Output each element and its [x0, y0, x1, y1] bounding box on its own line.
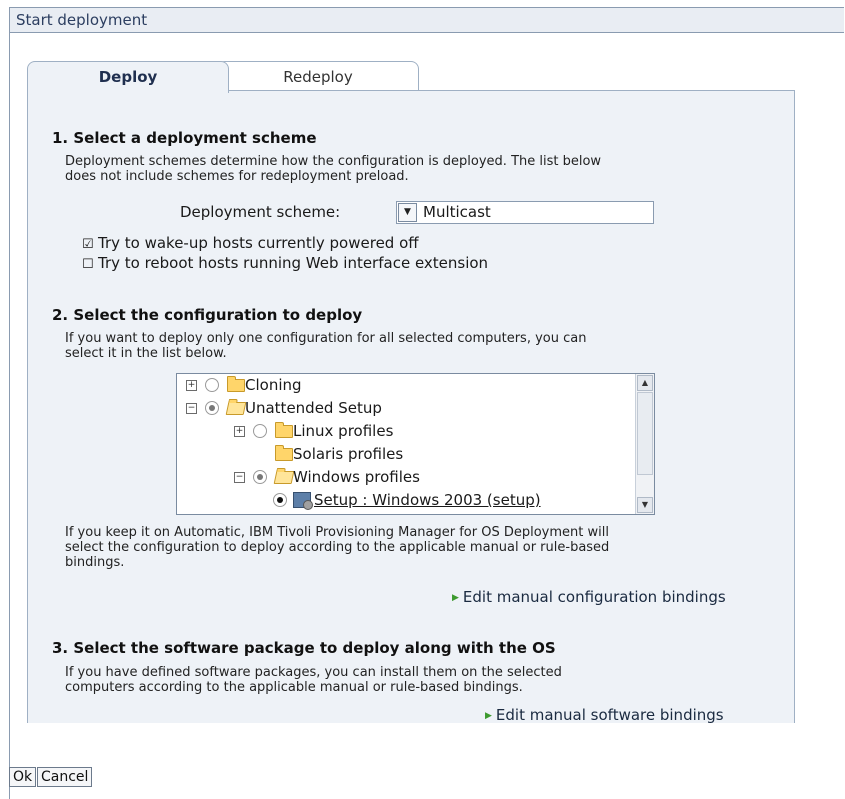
cancel-button[interactable]: Cancel [37, 767, 93, 787]
tree-item-label: Setup : Windows 2003 (setup) [314, 491, 541, 509]
arrow-right-icon: ▶ [485, 711, 492, 721]
edit-configuration-bindings-link[interactable]: ▶ Edit manual configuration bindings [452, 588, 726, 606]
setup-icon [293, 492, 313, 510]
tree-item-label: Cloning [245, 376, 302, 394]
tab-bar: Deploy Redeploy [27, 61, 427, 93]
chevron-down-icon[interactable]: ▼ [398, 203, 417, 222]
tree-item-linux-profiles[interactable]: + Linux profiles [177, 420, 632, 442]
scroll-up-icon[interactable]: ▲ [637, 375, 653, 391]
folder-open-icon [273, 471, 295, 484]
section-2-note-line-2: select the configuration to deploy accor… [65, 540, 610, 555]
section-1-desc-line-1: Deployment schemes determine how the con… [65, 154, 602, 169]
edit-configuration-bindings-label: Edit manual configuration bindings [462, 588, 726, 606]
scroll-thumb[interactable] [637, 392, 653, 475]
section-3-title: 3. Select the software package to deploy… [52, 639, 556, 657]
radio-icon[interactable] [205, 378, 219, 392]
radio-partial-icon[interactable] [253, 470, 267, 484]
deployment-scheme-select[interactable]: ▼ Multicast [396, 201, 654, 224]
tree-item-label: Solaris profiles [293, 445, 404, 463]
tree-scrollbar[interactable]: ▲ ▼ [635, 374, 654, 514]
wake-up-option[interactable]: ☑ Try to wake-up hosts currently powered … [82, 234, 419, 252]
reboot-option-label: Try to reboot hosts running Web interfac… [98, 254, 489, 272]
reboot-option[interactable]: ☐ Try to reboot hosts running Web interfa… [82, 254, 488, 272]
radio-partial-icon[interactable] [205, 401, 219, 415]
collapse-icon[interactable]: − [186, 403, 197, 414]
section-2-desc-line-2: select it in the list below. [65, 346, 227, 361]
edit-software-bindings-link[interactable]: ▶ Edit manual software bindings [485, 706, 724, 724]
tree-item-solaris-profiles[interactable]: Solaris profiles [177, 443, 632, 465]
section-2-desc-line-1: If you want to deploy only one configura… [65, 331, 587, 346]
radio-icon[interactable] [253, 424, 267, 438]
checkbox-checked-icon[interactable]: ☑ [82, 237, 98, 252]
section-1-desc-line-2: does not include schemes for redeploymen… [65, 169, 409, 184]
folder-icon [227, 376, 245, 392]
edit-software-bindings-label: Edit manual software bindings [495, 706, 724, 724]
section-2-title: 2. Select the configuration to deploy [52, 306, 363, 324]
folder-icon [275, 445, 293, 461]
tree-item-label: Unattended Setup [245, 399, 382, 417]
deploy-panel: 1. Select a deployment scheme Deployment… [27, 90, 795, 724]
folder-icon [275, 422, 293, 438]
tree-item-windows-profiles[interactable]: − Windows profiles [177, 466, 632, 488]
deployment-scheme-label: Deployment scheme: [180, 203, 341, 221]
tab-deploy[interactable]: Deploy [27, 61, 229, 93]
section-3-desc-line-2: computers according to the applicable ma… [65, 680, 523, 695]
tree-item-cloning[interactable]: + Cloning [177, 374, 632, 396]
wake-up-option-label: Try to wake-up hosts currently powered o… [98, 234, 419, 252]
scroll-down-icon[interactable]: ▼ [637, 497, 653, 513]
tree-item-unattended-setup[interactable]: − Unattended Setup [177, 397, 632, 419]
arrow-right-icon: ▶ [452, 593, 459, 603]
section-2-note-line-3: bindings. [65, 555, 125, 570]
section-2-note-line-1: If you keep it on Automatic, IBM Tivoli … [65, 525, 609, 540]
collapse-icon[interactable]: − [234, 472, 245, 483]
tab-redeploy[interactable]: Redeploy [217, 61, 419, 91]
radio-selected-icon[interactable] [273, 493, 287, 507]
section-1-title: 1. Select a deployment scheme [52, 129, 317, 147]
folder-open-icon [225, 402, 247, 415]
window-title: Start deployment [10, 8, 844, 33]
tree-item-label: Windows profiles [293, 468, 420, 486]
checkbox-unchecked-icon[interactable]: ☐ [82, 257, 98, 272]
tree-item-label: Linux profiles [293, 422, 394, 440]
ok-button[interactable]: Ok [9, 767, 37, 787]
section-3-desc-line-1: If you have defined software packages, y… [65, 665, 562, 680]
configuration-tree[interactable]: + Cloning − Unattended Setup + Linux pro… [176, 373, 655, 515]
deployment-scheme-value: Multicast [423, 203, 491, 221]
expand-icon[interactable]: + [234, 426, 245, 437]
tree-item-setup-windows-2003[interactable]: Setup : Windows 2003 (setup) [177, 489, 632, 511]
expand-icon[interactable]: + [186, 380, 197, 391]
